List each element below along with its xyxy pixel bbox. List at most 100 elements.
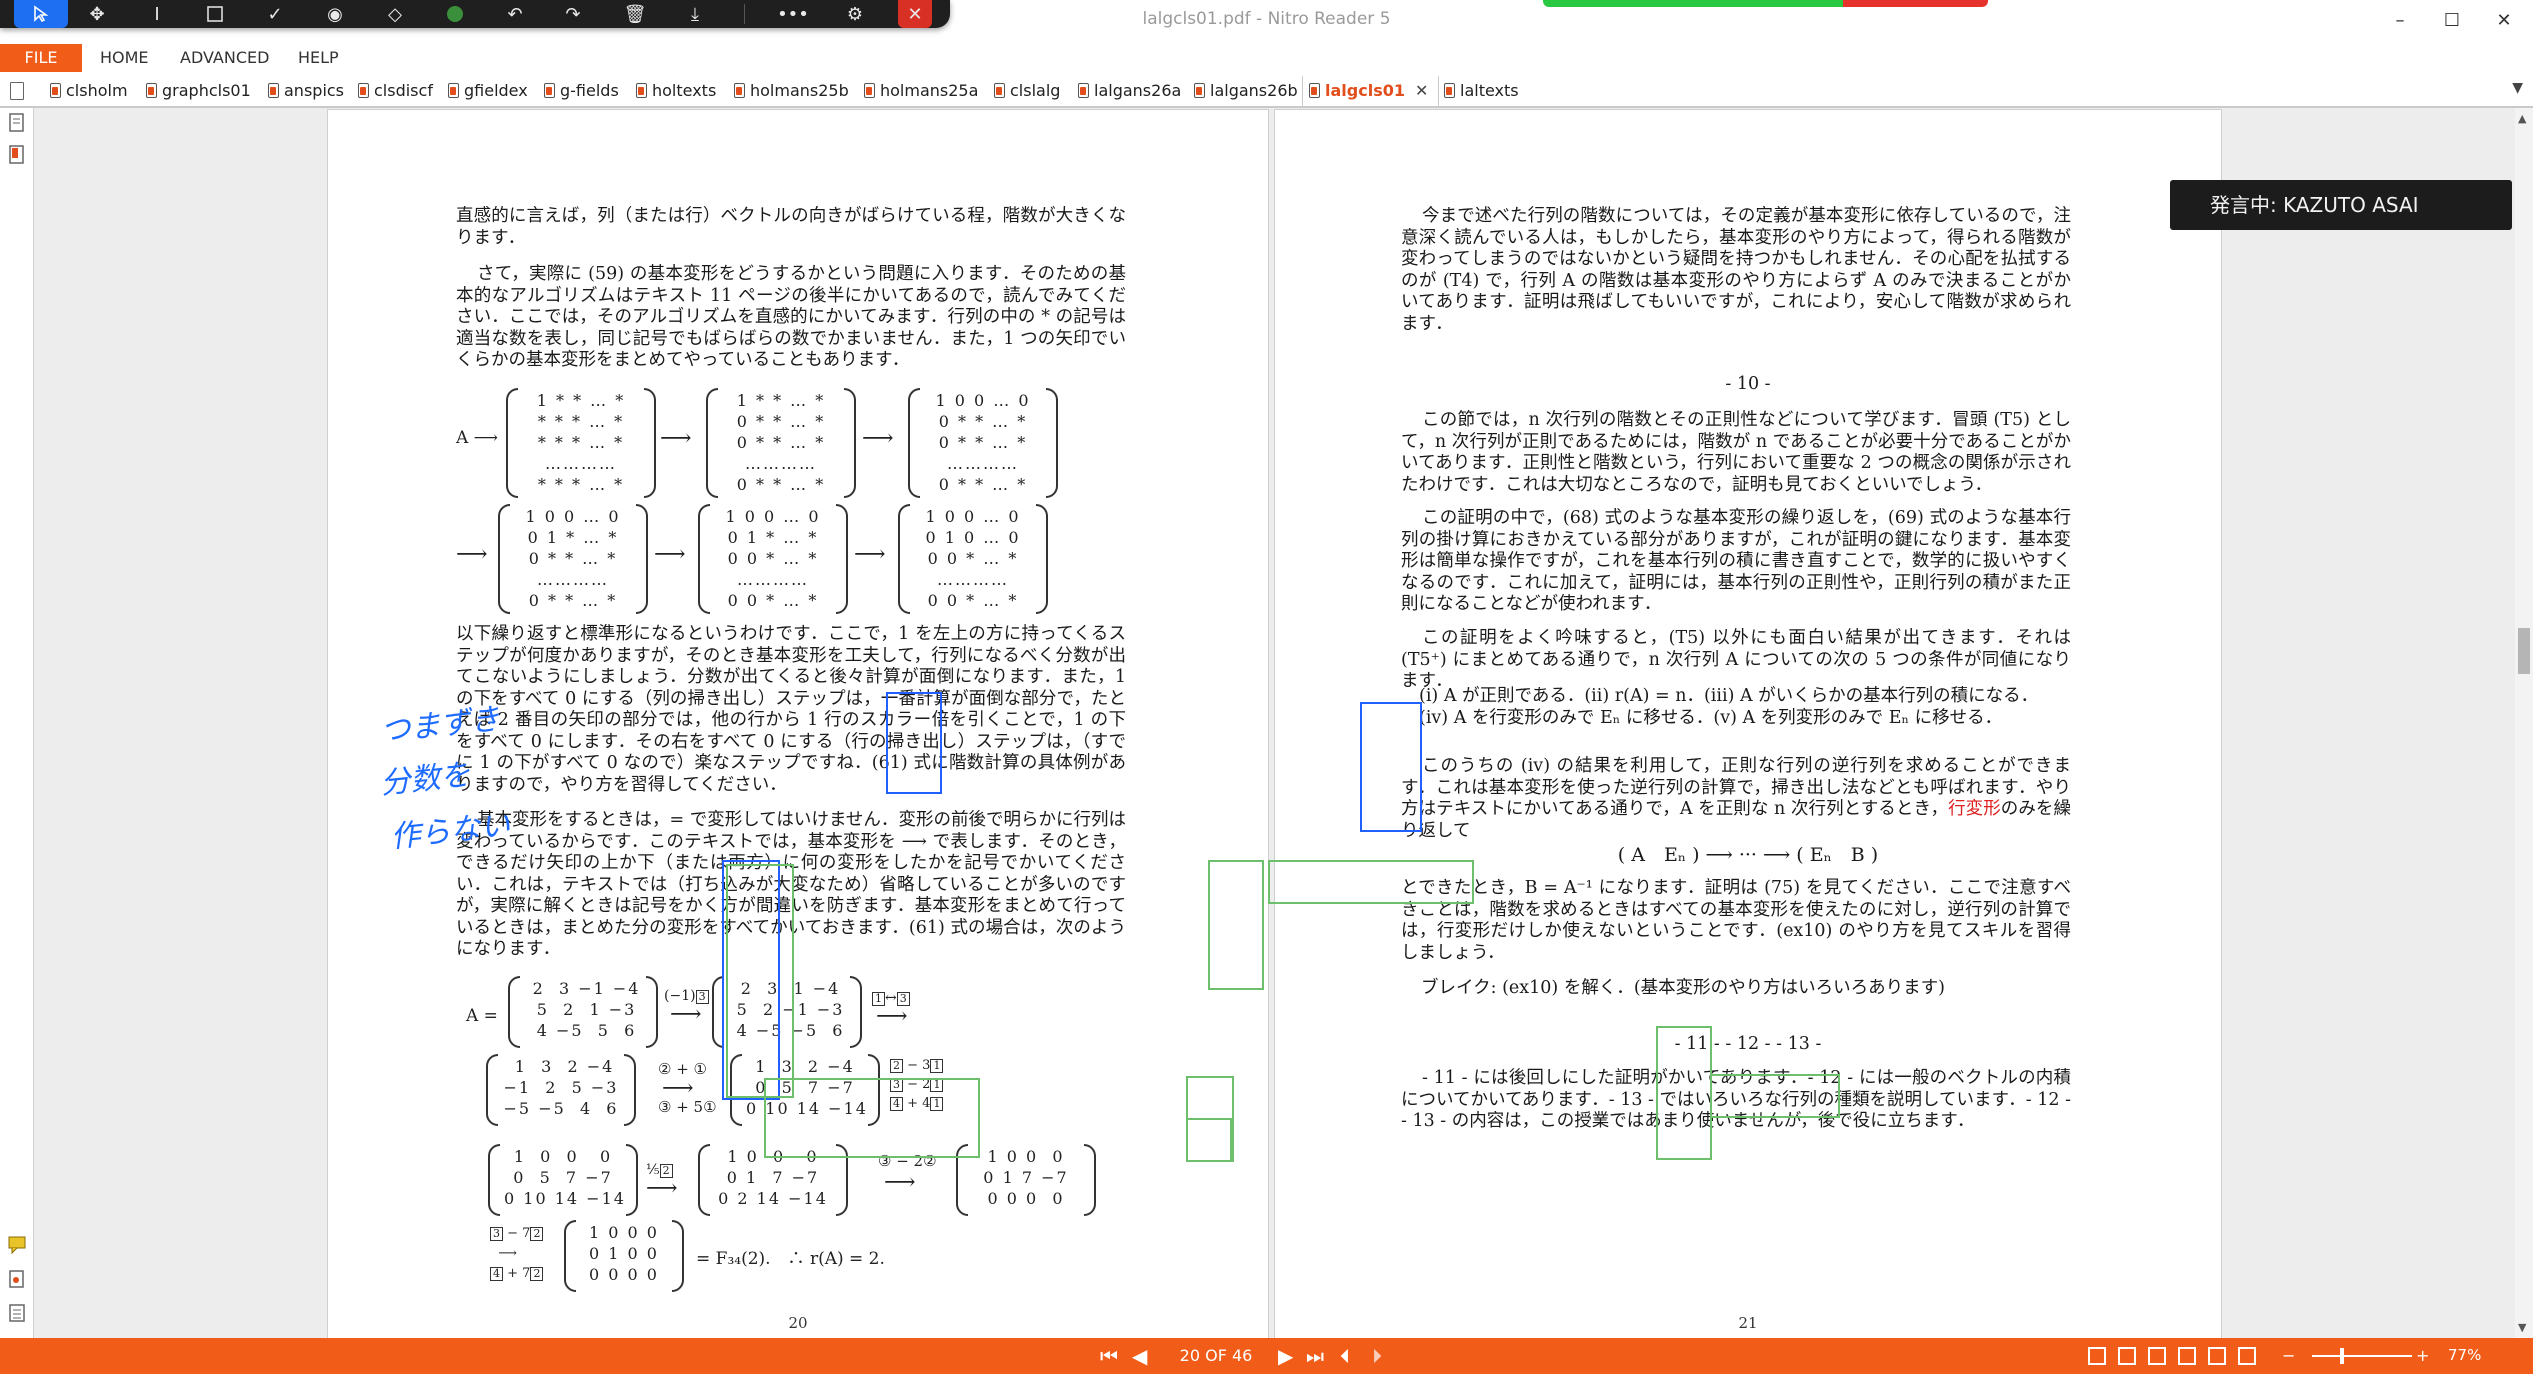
tab-lalgcls01[interactable]: lalgcls01 ✕	[1302, 76, 1440, 106]
meeting-stop-indicator	[1843, 0, 1988, 7]
fit-page-icon[interactable]	[2208, 1347, 2226, 1365]
annotation-rect-green[interactable]	[1710, 1074, 1840, 1118]
tab-g-fields[interactable]: g-fields	[538, 76, 619, 106]
page21-paragraph-5: このうちの (iv) の結果を利用して，正則な行列の逆行列を求めることができます…	[1401, 756, 2071, 842]
zoom-in-icon[interactable]: +	[2416, 1345, 2429, 1367]
continuous-view-icon[interactable]	[2118, 1347, 2136, 1365]
annotation-rect-green[interactable]	[1656, 1026, 1712, 1160]
move-icon[interactable]: ✥	[70, 0, 124, 28]
bookmarks-panel-icon[interactable]	[8, 144, 26, 166]
zoom-out-icon[interactable]: −	[2282, 1345, 2295, 1367]
redo-icon[interactable]: ↷	[546, 0, 600, 28]
op-label-final: 3 − 72 ⟶ 4 + 72	[490, 1224, 544, 1284]
fit-width-icon[interactable]	[2238, 1347, 2256, 1365]
tab-clsdiscf[interactable]: clsdiscf	[352, 76, 433, 106]
tab-label: holmans25a	[880, 81, 979, 100]
tab-holmans25b[interactable]: holmans25b	[728, 76, 849, 106]
select-pointer-icon[interactable]	[14, 0, 68, 28]
page20-paragraph-2: さて，実際に (59) の基本変形をどうするかという問題に入ります．そのための基…	[456, 264, 1126, 370]
scroll-down-icon[interactable]: ▼	[2518, 1321, 2526, 1334]
tab-holtexts[interactable]: holtexts	[630, 76, 716, 106]
document-viewport[interactable]: 直感的に言えば，列（または行）ベクトルの向きがばらけている程，階数が大きくなりま…	[34, 108, 2515, 1338]
zoom-slider-track[interactable]	[2312, 1355, 2412, 1357]
close-tab-icon[interactable]: ✕	[1415, 76, 1428, 106]
handwritten-note-line-2[interactable]: 分数を	[378, 749, 472, 802]
arrow-icon: ⟶	[862, 426, 894, 451]
pdf-file-icon	[268, 83, 279, 98]
tab-holmans25a[interactable]: holmans25a	[858, 76, 978, 106]
arrow-icon: ⟶	[876, 1004, 908, 1029]
facing-continuous-view-icon[interactable]	[2178, 1347, 2196, 1365]
rectangle-icon[interactable]	[188, 0, 242, 28]
last-page-icon[interactable]: ⏭	[1306, 1345, 1324, 1367]
eraser-icon[interactable]: ◇	[368, 0, 422, 28]
matrix-step-2: 1 * * … * 0 * * … * 0 * * … * ………… 0 * *…	[706, 388, 856, 498]
back-view-icon[interactable]: ⏴	[1340, 1345, 1350, 1367]
tab-clslalg[interactable]: clslalg	[988, 76, 1060, 106]
color-dot-icon[interactable]	[428, 0, 482, 28]
menu-advanced[interactable]: ADVANCED	[180, 44, 269, 72]
page-indicator[interactable]: 20 OF 46	[1176, 1346, 1256, 1365]
arrow-icon: ⟶	[670, 1002, 702, 1027]
annotation-rect-green[interactable]	[764, 1078, 980, 1158]
tab-gfieldex[interactable]: gfieldex	[442, 76, 528, 106]
tab-label: lalgans26a	[1094, 81, 1182, 100]
undo-icon[interactable]: ↶	[488, 0, 542, 28]
tab-laltexts[interactable]: laltexts	[1438, 76, 1519, 106]
menu-home[interactable]: HOME	[100, 44, 149, 72]
tab-anspics[interactable]: anspics	[262, 76, 344, 106]
more-icon[interactable]: •••	[766, 0, 820, 28]
annotation-rect-green[interactable]	[726, 864, 794, 1098]
tab-label: gfieldex	[464, 81, 528, 100]
delete-icon[interactable]: 🗑	[608, 0, 662, 28]
menu-help[interactable]: HELP	[298, 44, 339, 72]
tab-lalgans26b[interactable]: lalgans26b	[1188, 76, 1298, 106]
annotation-rect-blue[interactable]	[886, 692, 942, 794]
annotation-rect-green[interactable]	[1268, 860, 1474, 904]
text-cursor-icon[interactable]: I	[130, 0, 184, 28]
checkmark-icon[interactable]: ✓	[248, 0, 302, 28]
page21-paragraph-4: この証明をよく吟味すると，(T5) 以外にも面白い結果が出てきます．それは (T…	[1401, 628, 2071, 691]
download-icon[interactable]: ⤓	[668, 0, 722, 28]
minimize-button[interactable]: –	[2374, 4, 2426, 38]
layers-panel-icon[interactable]	[8, 1302, 26, 1324]
annotation-rect-green[interactable]	[1208, 860, 1264, 990]
tab-graphcls01[interactable]: graphcls01	[140, 76, 251, 106]
next-page-icon[interactable]: ▶	[1278, 1345, 1293, 1367]
section-heading-11-13: - 11 - - 12 - - 13 -	[1674, 1034, 1822, 1054]
tab-clsholm[interactable]: clsholm	[44, 76, 128, 106]
tab-overflow-chevron-icon[interactable]: ▼	[2512, 80, 2523, 96]
tab-label: laltexts	[1460, 81, 1519, 100]
facing-view-icon[interactable]	[2148, 1347, 2166, 1365]
zoom-level[interactable]: 77%	[2448, 1346, 2481, 1364]
annotation-rect-blue[interactable]	[1360, 702, 1422, 832]
pdf-file-icon	[358, 83, 369, 98]
forward-view-icon[interactable]: ⏵	[1372, 1345, 1382, 1367]
active-speaker-badge: 発言中: KAZUTO ASAI	[2170, 180, 2512, 230]
menu-file[interactable]: FILE	[0, 44, 82, 72]
arrow-icon: ⟶	[660, 426, 692, 451]
scrollbar-thumb[interactable]	[2518, 628, 2530, 674]
zoom-slider-thumb[interactable]	[2340, 1348, 2344, 1364]
first-page-icon[interactable]: ⏮	[1100, 1345, 1118, 1367]
annotation-rect-green[interactable]	[1186, 1118, 1232, 1162]
close-toolbar-icon[interactable]: ✕	[898, 0, 932, 28]
scroll-up-icon[interactable]: ▲	[2518, 112, 2526, 125]
single-page-view-icon[interactable]	[2088, 1347, 2106, 1365]
arrow-icon: ⟶	[456, 542, 488, 567]
matrix-step-1: 1 * * … * * * * … * * * * … * ………… * * *…	[506, 388, 656, 498]
page20-paragraph-3: 以下繰り返すと標準形になるというわけです．ここで，1 を左上の方に持ってくるステ…	[456, 624, 1126, 795]
vertical-scrollbar[interactable]: ▲ ▼	[2515, 108, 2533, 1338]
page-view-icon[interactable]	[10, 82, 24, 100]
close-window-button[interactable]: ✕	[2478, 4, 2530, 38]
maximize-button[interactable]: ☐	[2426, 4, 2478, 38]
tab-lalgans26a[interactable]: lalgans26a	[1072, 76, 1181, 106]
stamp-icon[interactable]: ◉	[308, 0, 362, 28]
condition-line-1: (i) A が正則である．(ii) r(A) = n．(iii) A がいくらか…	[1419, 686, 2039, 706]
pages-panel-icon[interactable]	[8, 112, 26, 134]
previous-page-icon[interactable]: ◀	[1132, 1345, 1147, 1367]
comments-panel-icon[interactable]	[8, 1234, 26, 1256]
user-settings-icon[interactable]: ⚙	[828, 0, 882, 28]
tab-label: g-fields	[560, 81, 619, 100]
attachments-panel-icon[interactable]	[8, 1268, 26, 1290]
